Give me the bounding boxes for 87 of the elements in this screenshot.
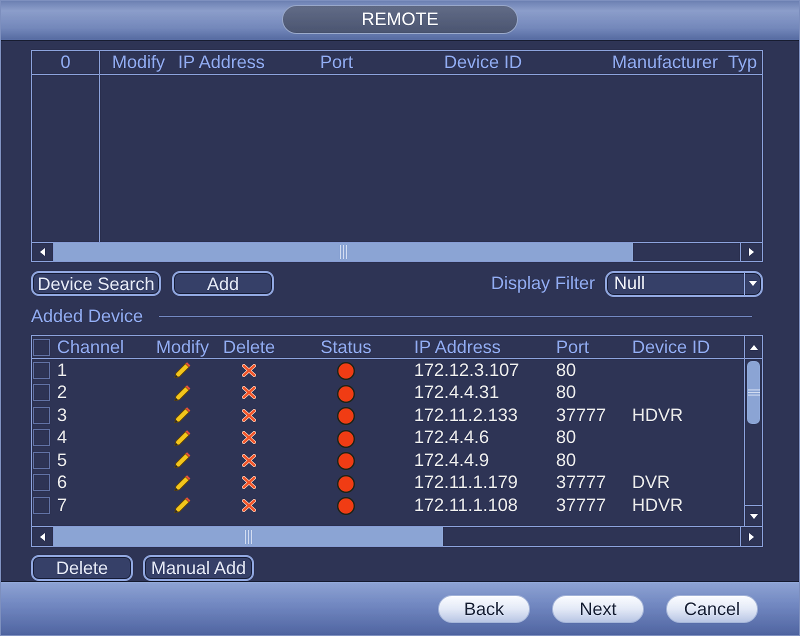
column-header: IP Address [413,336,502,358]
column-header: Modify [111,52,166,73]
cross-icon[interactable] [242,364,256,377]
down-triangle-icon [750,514,758,518]
table-cell-text: 6 [56,472,68,494]
table-cell-text: HDVR [631,404,684,426]
search-action-button[interactable]: Add [172,271,274,296]
table-cell-text: 80 [555,427,578,448]
column-header: Delete [222,336,276,358]
horizontal-scrollbar[interactable] [32,242,762,261]
table-cell-text: 80 [555,450,578,471]
table-cell-text: 172.11.2.133 [413,404,519,426]
checkbox[interactable] [33,384,50,402]
table-cell-text: 172.4.4.9 [413,450,490,471]
grip-icon [244,530,253,544]
up-triangle-icon [750,344,758,350]
table-cell-text: 80 [555,360,578,381]
right-triangle-icon [749,532,754,540]
table-cell-text: 5 [56,450,68,471]
cross-icon[interactable] [242,386,256,400]
left-triangle-icon [40,532,45,540]
footer-button[interactable]: Cancel [666,594,758,622]
right-triangle-icon [749,248,754,256]
table-cell-text: 172.11.1.108 [413,494,519,516]
pencil-icon[interactable] [174,430,191,446]
cross-icon[interactable] [242,454,256,467]
table-cell-text: 3 [56,404,68,426]
footer-button[interactable]: Next [552,594,644,622]
column-header: 0 [32,51,100,74]
pencil-icon[interactable] [174,474,191,491]
checkbox[interactable] [33,452,50,469]
checkbox[interactable] [33,429,50,446]
window-title: REMOTE [282,5,518,34]
cross-icon[interactable] [242,431,256,444]
search-action-button[interactable]: Device Search [31,271,161,296]
table-cell-text: 2 [56,382,68,404]
scroll-thumb[interactable] [54,527,443,546]
pencil-icon[interactable] [174,407,191,424]
horizontal-scrollbar[interactable] [32,526,762,546]
checkbox[interactable] [33,362,50,379]
section-title: Added Device [31,306,144,326]
scroll-thumb[interactable] [54,243,633,261]
column-header: Device ID [631,336,712,358]
table-cell-text: 172.12.3.107 [413,360,520,381]
column-header: Channel [56,336,126,358]
table-cell-text: 172.4.4.31 [413,382,500,404]
column-header: Typ [727,52,758,73]
cross-icon[interactable] [242,476,256,490]
caret-down-icon [749,281,757,286]
column-header: Status [319,336,373,358]
table-cell-text: HDVR [631,494,684,516]
table-cell-text: 4 [56,427,68,448]
left-triangle-icon [40,248,45,256]
table-cell-text: 7 [56,494,68,516]
footer-button[interactable]: Back [438,594,530,622]
table-cell-text: 172.4.4.6 [413,427,490,448]
column-header: Device ID [443,52,524,73]
column-header: IP Address [177,52,266,73]
cross-icon[interactable] [242,498,256,512]
filter-label: Display Filter [490,273,595,294]
pencil-icon[interactable] [174,452,191,468]
checkbox[interactable] [33,338,50,356]
pencil-icon[interactable] [174,497,191,514]
column-header: Port [319,52,354,73]
checkbox[interactable] [33,474,50,492]
device-action-button[interactable]: Manual Add [143,555,254,581]
column-header: Manufacturer [611,52,716,73]
pencil-icon[interactable] [174,362,191,378]
vertical-scrollbar[interactable] [744,336,762,526]
pencil-icon[interactable] [174,384,191,401]
device-action-button[interactable]: Delete [31,555,133,581]
table-cell-text: 1 [56,360,68,381]
table-cell-text: 37777 [555,472,608,494]
checkbox[interactable] [33,406,50,424]
column-header: Port [555,336,590,358]
table-cell-text: 37777 [555,494,608,516]
scroll-thumb[interactable] [747,361,760,424]
table-cell-text: 80 [555,382,578,404]
checkbox[interactable] [33,496,50,514]
column-header: Modify [155,336,210,358]
grip-icon [748,389,760,396]
grip-icon [339,245,348,259]
cross-icon[interactable] [242,408,256,422]
display-filter-dropdown[interactable]: Null [605,270,763,296]
table-cell-text: DVR [631,472,672,494]
table-cell-text: 172.11.1.179 [413,472,519,494]
table-cell-text: 37777 [555,404,608,426]
